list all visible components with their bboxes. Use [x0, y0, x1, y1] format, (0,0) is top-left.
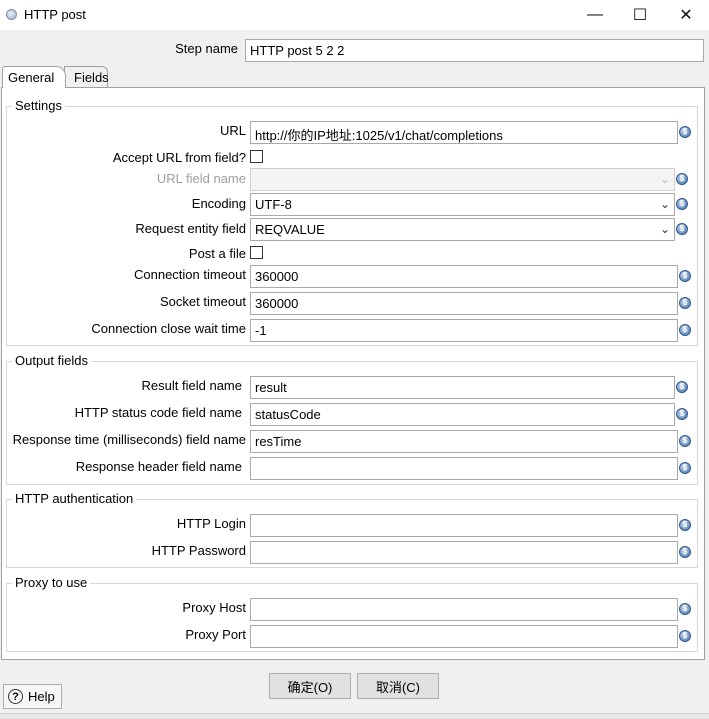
variable-icon[interactable]: $ [679, 546, 691, 558]
variable-icon[interactable]: $ [679, 630, 691, 642]
accept-url-checkbox[interactable] [250, 150, 263, 163]
http-password-label: HTTP Password [151, 543, 246, 558]
url-field-name-label: URL field name [156, 171, 246, 186]
encoding-select[interactable]: UTF-8 ⌄ [250, 193, 675, 216]
variable-icon[interactable]: $ [679, 519, 691, 531]
variable-icon[interactable]: $ [679, 297, 691, 309]
http-password-input[interactable] [250, 541, 678, 564]
variable-icon[interactable]: $ [679, 603, 691, 615]
status-code-field-label: HTTP status code field name [74, 405, 242, 420]
variable-icon[interactable]: $ [679, 324, 691, 336]
proxy-host-input[interactable] [250, 598, 678, 621]
help-button[interactable]: ? Help [3, 684, 62, 709]
http-auth-group-title: HTTP authentication [12, 491, 137, 506]
response-time-field-label: Response time (milliseconds) field name [12, 432, 246, 447]
minimize-button[interactable]: — [572, 0, 618, 30]
close-wait-input[interactable]: -1 [250, 319, 678, 342]
request-entity-value: REQVALUE [255, 222, 325, 237]
settings-group-title: Settings [12, 98, 65, 113]
variable-icon[interactable]: $ [679, 126, 691, 138]
response-header-field-label: Response header field name [75, 459, 242, 474]
variable-icon[interactable]: $ [676, 173, 688, 185]
encoding-value: UTF-8 [255, 197, 292, 212]
tab-fields[interactable]: Fields [64, 66, 109, 88]
cancel-button[interactable]: 取消(C) [357, 673, 439, 699]
variable-icon[interactable]: $ [679, 270, 691, 282]
tab-fields-label: Fields [74, 70, 109, 85]
request-entity-label: Request entity field [135, 221, 246, 236]
chevron-down-icon: ⌄ [659, 172, 670, 186]
question-icon: ? [8, 689, 23, 704]
maximize-button[interactable]: ☐ [617, 0, 663, 30]
encoding-label: Encoding [191, 196, 246, 211]
ok-button[interactable]: 确定(O) [269, 673, 351, 699]
close-wait-label: Connection close wait time [91, 321, 246, 336]
http-login-input[interactable] [250, 514, 678, 537]
socket-timeout-input[interactable]: 360000 [250, 292, 678, 315]
tab-general-label: General [8, 70, 55, 85]
url-field-name-select[interactable]: ⌄ [250, 168, 675, 191]
variable-icon[interactable]: $ [676, 198, 688, 210]
socket-timeout-label: Socket timeout [160, 294, 246, 309]
tab-general[interactable]: General [2, 66, 66, 88]
result-field-input[interactable]: result [250, 376, 675, 399]
step-name-label: Step name [175, 41, 238, 56]
proxy-port-input[interactable] [250, 625, 678, 648]
url-input[interactable]: http://你的IP地址:1025/v1/chat/completions [250, 121, 678, 144]
variable-icon[interactable]: $ [679, 462, 691, 474]
app-icon [6, 9, 17, 20]
status-code-field-input[interactable]: statusCode [250, 403, 675, 426]
help-button-label: Help [28, 689, 55, 704]
proxy-port-label: Proxy Port [185, 627, 246, 642]
step-name-input[interactable]: HTTP post 5 2 2 [245, 39, 704, 62]
accept-url-label: Accept URL from field? [112, 150, 246, 165]
variable-icon[interactable]: $ [679, 435, 691, 447]
response-time-field-input[interactable]: resTime [250, 430, 678, 453]
proxy-host-label: Proxy Host [182, 600, 246, 615]
url-label: URL [219, 123, 246, 138]
variable-icon[interactable]: $ [676, 408, 688, 420]
response-header-field-input[interactable] [250, 457, 678, 480]
window-title: HTTP post [24, 7, 86, 22]
connection-timeout-input[interactable]: 360000 [250, 265, 678, 288]
chevron-down-icon: ⌄ [659, 197, 670, 211]
connection-timeout-label: Connection timeout [133, 267, 246, 282]
post-file-label: Post a file [188, 246, 246, 261]
window-bottom-edge [0, 713, 709, 719]
proxy-group-title: Proxy to use [12, 575, 91, 590]
chevron-down-icon: ⌄ [659, 222, 670, 236]
result-field-label: Result field name [141, 378, 242, 393]
post-file-checkbox[interactable] [250, 246, 263, 259]
close-button[interactable]: ✕ [663, 0, 709, 30]
variable-icon[interactable]: $ [676, 223, 688, 235]
request-entity-select[interactable]: REQVALUE ⌄ [250, 218, 675, 241]
output-fields-group-title: Output fields [12, 353, 91, 368]
http-login-label: HTTP Login [176, 516, 246, 531]
variable-icon[interactable]: $ [676, 381, 688, 393]
